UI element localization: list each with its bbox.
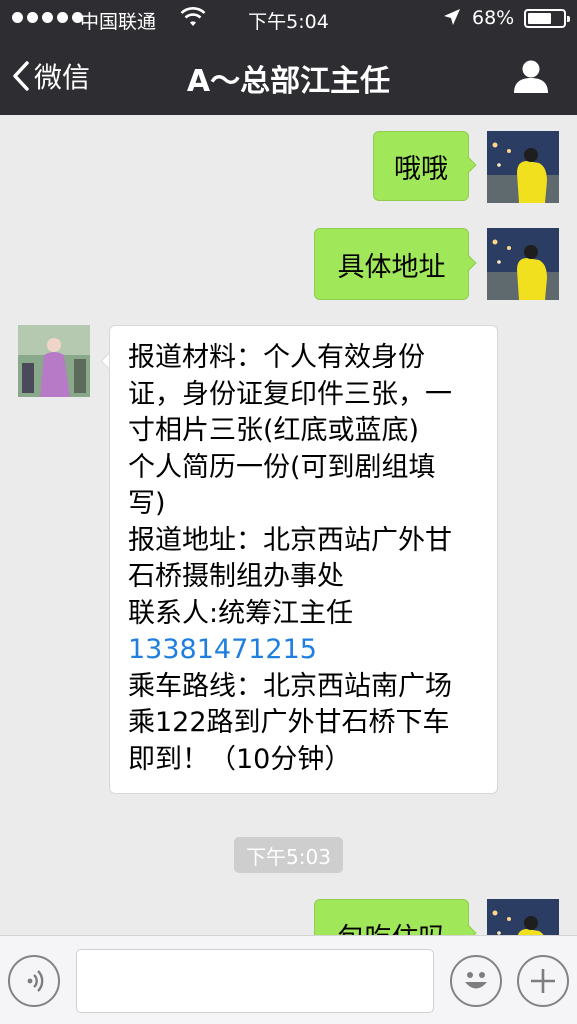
message-bubble-received[interactable]: 报道材料：个人有效身份 证，身份证复印件三张，一 寸相片三张(红底或蓝底) 个人… <box>109 325 498 794</box>
message-bubble-sent[interactable]: 包吃住吗 <box>314 899 469 935</box>
more-button[interactable] <box>517 955 569 1007</box>
message-timestamp: 下午5:03 <box>234 837 343 873</box>
my-avatar[interactable] <box>487 899 559 935</box>
location-arrow-icon <box>443 8 461 31</box>
message-bubble-sent[interactable]: 哦哦 <box>373 131 469 201</box>
my-avatar[interactable] <box>487 228 559 300</box>
plus-icon <box>531 969 555 993</box>
battery-icon <box>524 9 570 28</box>
message-line: 报道地址：北京西站广外甘 <box>128 524 452 556</box>
nav-bar: 微信 A～总部江主任 <box>0 38 577 115</box>
message-input[interactable] <box>76 949 434 1013</box>
message-bubble-sent[interactable]: 具体地址 <box>314 228 469 300</box>
message-line: 乘车路线：北京西站南广场 <box>128 670 452 702</box>
message-line: 联系人:统筹江主任 <box>128 597 354 629</box>
message-line: 写) <box>128 488 166 519</box>
message-line: 石桥摄制组办事处 <box>128 561 344 592</box>
message-line: 证，身份证复印件三张，一 <box>128 378 452 410</box>
input-bar <box>0 935 577 1024</box>
battery-percent: 68% <box>472 7 515 29</box>
status-bar: 中国联通 下午5:04 68% <box>0 0 577 38</box>
message-line: 寸相片三张(红底或蓝底) <box>128 415 420 446</box>
chat-title: A～总部江主任 <box>186 64 391 99</box>
message-line: 即到！（10分钟） <box>128 743 352 775</box>
voice-icon <box>27 970 44 992</box>
battery-fill <box>528 13 551 24</box>
phone-number-link[interactable]: 13381471215 <box>128 632 479 669</box>
emoji-button[interactable] <box>450 955 502 1007</box>
my-avatar[interactable] <box>487 131 559 203</box>
message-text: 具体地址 <box>337 251 446 283</box>
emoji-icon <box>465 972 487 989</box>
contact-avatar[interactable] <box>18 325 90 397</box>
message-line: 个人简历一份(可到剧组填 <box>128 451 436 483</box>
message-line: 乘122路到广外甘石桥下车 <box>128 707 450 738</box>
message-text: 包吃住吗 <box>338 916 446 936</box>
person-icon[interactable] <box>512 58 550 98</box>
message-line: 报道材料：个人有效身份 <box>128 342 425 373</box>
chat-area[interactable]: 哦哦 具体地址 报道材料：个人有效身份 证，身份证复印件三张，一 寸相片三张(红… <box>0 115 577 935</box>
voice-button[interactable] <box>8 955 60 1007</box>
message-text: 哦哦 <box>394 153 448 185</box>
